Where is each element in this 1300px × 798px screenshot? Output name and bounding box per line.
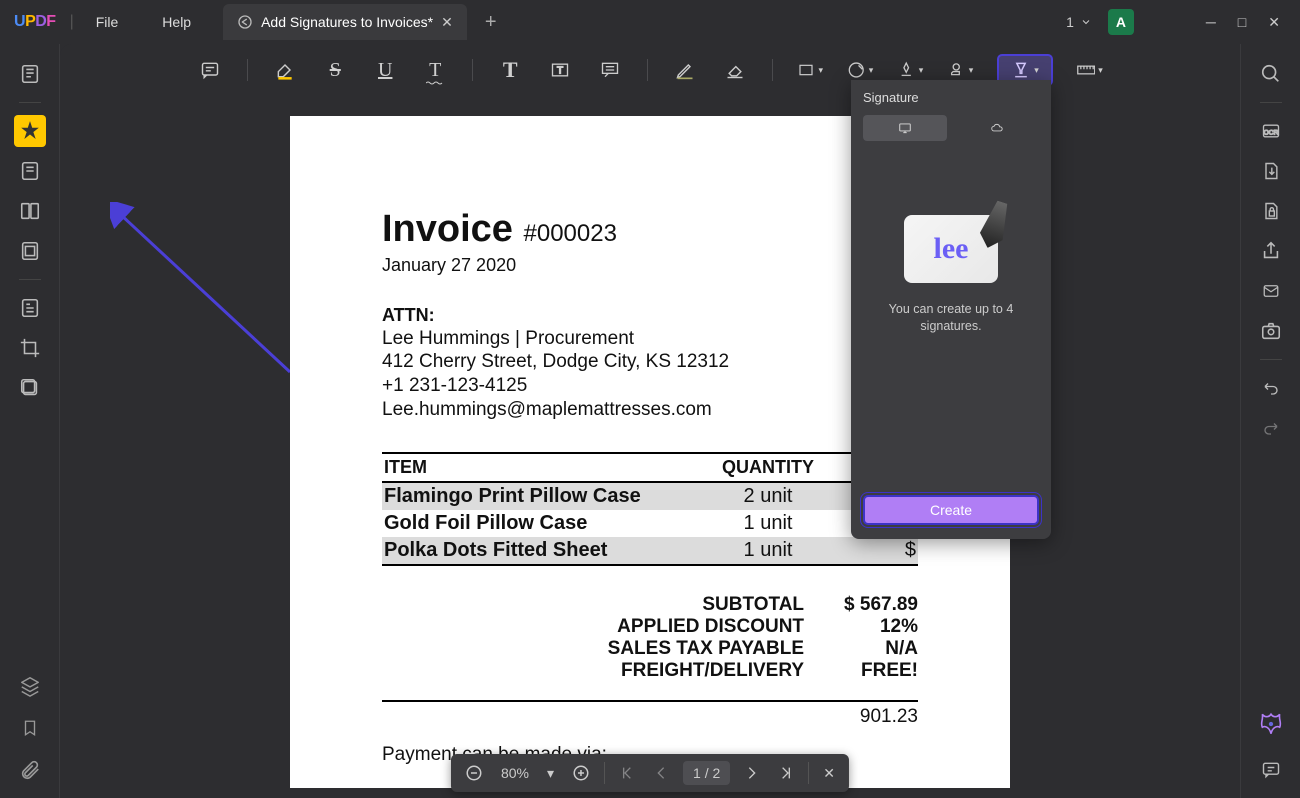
invoice-date: January 27 2020 xyxy=(382,255,918,276)
signature-hint-text: You can create up to 4 signatures. xyxy=(863,301,1039,335)
signature-thumbnail: lee xyxy=(904,215,998,283)
zoom-page-bar: 80%▾ 1 / 2 ✕ xyxy=(451,754,849,792)
ai-icon[interactable] xyxy=(1255,708,1287,740)
pencil-tool-icon[interactable] xyxy=(672,57,698,83)
crop-icon[interactable] xyxy=(14,332,46,364)
zoom-value[interactable]: 80%▾ xyxy=(497,765,558,782)
table-row: Flamingo Print Pillow Case2 unit$12 xyxy=(382,482,918,510)
last-page-button[interactable] xyxy=(774,765,798,781)
grand-total: 901.23 xyxy=(382,700,918,728)
first-page-button[interactable] xyxy=(615,765,639,781)
zoom-out-button[interactable] xyxy=(461,764,487,782)
share-icon[interactable] xyxy=(1255,235,1287,267)
annotation-toolbar: S U T T T xyxy=(60,50,1240,90)
table-row: Polka Dots Fitted Sheet1 unit$ xyxy=(382,537,918,565)
titlebar: UPDF | File Help Add Signatures to Invoi… xyxy=(0,0,1300,44)
close-bar-button[interactable]: ✕ xyxy=(819,765,839,782)
create-signature-button[interactable]: Create xyxy=(863,495,1039,525)
note-tool-icon[interactable] xyxy=(197,57,223,83)
svg-text:T: T xyxy=(557,65,563,76)
svg-text:OCR: OCR xyxy=(1263,129,1278,136)
underline-tool-icon[interactable]: U xyxy=(372,57,398,83)
search-icon[interactable] xyxy=(1255,58,1287,90)
eraser-tool-icon[interactable] xyxy=(722,57,748,83)
right-sidebar: OCR xyxy=(1240,44,1300,798)
undo-icon[interactable] xyxy=(1255,372,1287,404)
annotation-arrow xyxy=(110,202,310,402)
squiggly-tool-icon[interactable]: T xyxy=(422,57,448,83)
maximize-button[interactable]: □ xyxy=(1238,14,1246,31)
protect-icon[interactable] xyxy=(1255,195,1287,227)
table-row: Gold Foil Pillow Case1 unit$1 xyxy=(382,510,918,537)
convert-icon[interactable] xyxy=(1255,155,1287,187)
new-tab-button[interactable]: + xyxy=(485,11,497,34)
close-tab-icon[interactable]: ✕ xyxy=(441,14,453,31)
page-tool-icon[interactable] xyxy=(14,235,46,267)
signature-preview-area: lee You can create up to 4 signatures. xyxy=(863,155,1039,395)
layers-icon[interactable] xyxy=(14,670,46,702)
menu-file[interactable]: File xyxy=(74,14,141,30)
left-sidebar xyxy=(0,44,60,798)
user-avatar[interactable]: A xyxy=(1108,9,1134,35)
strikethrough-tool-icon[interactable]: S xyxy=(322,57,348,83)
menu-help[interactable]: Help xyxy=(140,14,213,30)
highlight-tool-icon[interactable] xyxy=(272,57,298,83)
signature-panel-title: Signature xyxy=(863,90,1039,105)
redo-icon[interactable] xyxy=(1255,412,1287,444)
canvas-area[interactable]: Invoice #000023 January 27 2020 ATTN: Le… xyxy=(60,90,1240,798)
callout-tool-icon[interactable] xyxy=(597,57,623,83)
items-table: ITEMQUANTITYUNIT Flamingo Print Pillow C… xyxy=(382,452,918,566)
tab-title: Add Signatures to Invoices* xyxy=(261,14,433,30)
textbox-tool-icon[interactable]: T xyxy=(547,57,573,83)
screenshot-icon[interactable] xyxy=(1255,315,1287,347)
page-indicator[interactable]: 1 / 2 xyxy=(683,761,730,785)
attn-block: ATTN: Lee Hummings | Procurement 412 Che… xyxy=(382,304,918,422)
tool-a-icon[interactable] xyxy=(14,292,46,324)
signature-panel: Signature lee You can create up to 4 sig… xyxy=(851,80,1051,539)
batch-icon[interactable] xyxy=(14,372,46,404)
document-tab[interactable]: Add Signatures to Invoices* ✕ xyxy=(223,4,467,40)
bookmark-icon[interactable] xyxy=(14,712,46,744)
text-tool-icon[interactable]: T xyxy=(497,57,523,83)
chat-icon[interactable] xyxy=(1255,754,1287,786)
reader-mode-icon[interactable] xyxy=(14,58,46,90)
prev-page-button[interactable] xyxy=(649,765,673,781)
cloud-signatures-tab[interactable] xyxy=(955,115,1039,141)
content-area: S U T T T xyxy=(60,44,1240,798)
edit-mode-icon[interactable] xyxy=(14,155,46,187)
app-logo: UPDF xyxy=(14,13,56,31)
zoom-in-button[interactable] xyxy=(568,764,594,782)
invoice-title: Invoice #000023 xyxy=(382,208,918,251)
edit-icon xyxy=(237,14,253,30)
minimize-button[interactable]: ─ xyxy=(1206,14,1216,31)
attachment-icon[interactable] xyxy=(14,754,46,786)
ruler-tool-icon[interactable] xyxy=(1077,57,1103,83)
organize-mode-icon[interactable] xyxy=(14,195,46,227)
local-signatures-tab[interactable] xyxy=(863,115,947,141)
page-selector[interactable]: 1 xyxy=(1066,14,1092,30)
next-page-button[interactable] xyxy=(740,765,764,781)
rectangle-tool-icon[interactable] xyxy=(797,57,823,83)
ocr-icon[interactable]: OCR xyxy=(1255,115,1287,147)
email-icon[interactable] xyxy=(1255,275,1287,307)
comment-mode-icon[interactable] xyxy=(14,115,46,147)
close-window-button[interactable]: ✕ xyxy=(1268,14,1280,31)
pen-icon xyxy=(971,197,1018,253)
totals-block: SUBTOTAL$ 567.89 APPLIED DISCOUNT12% SAL… xyxy=(608,594,918,682)
